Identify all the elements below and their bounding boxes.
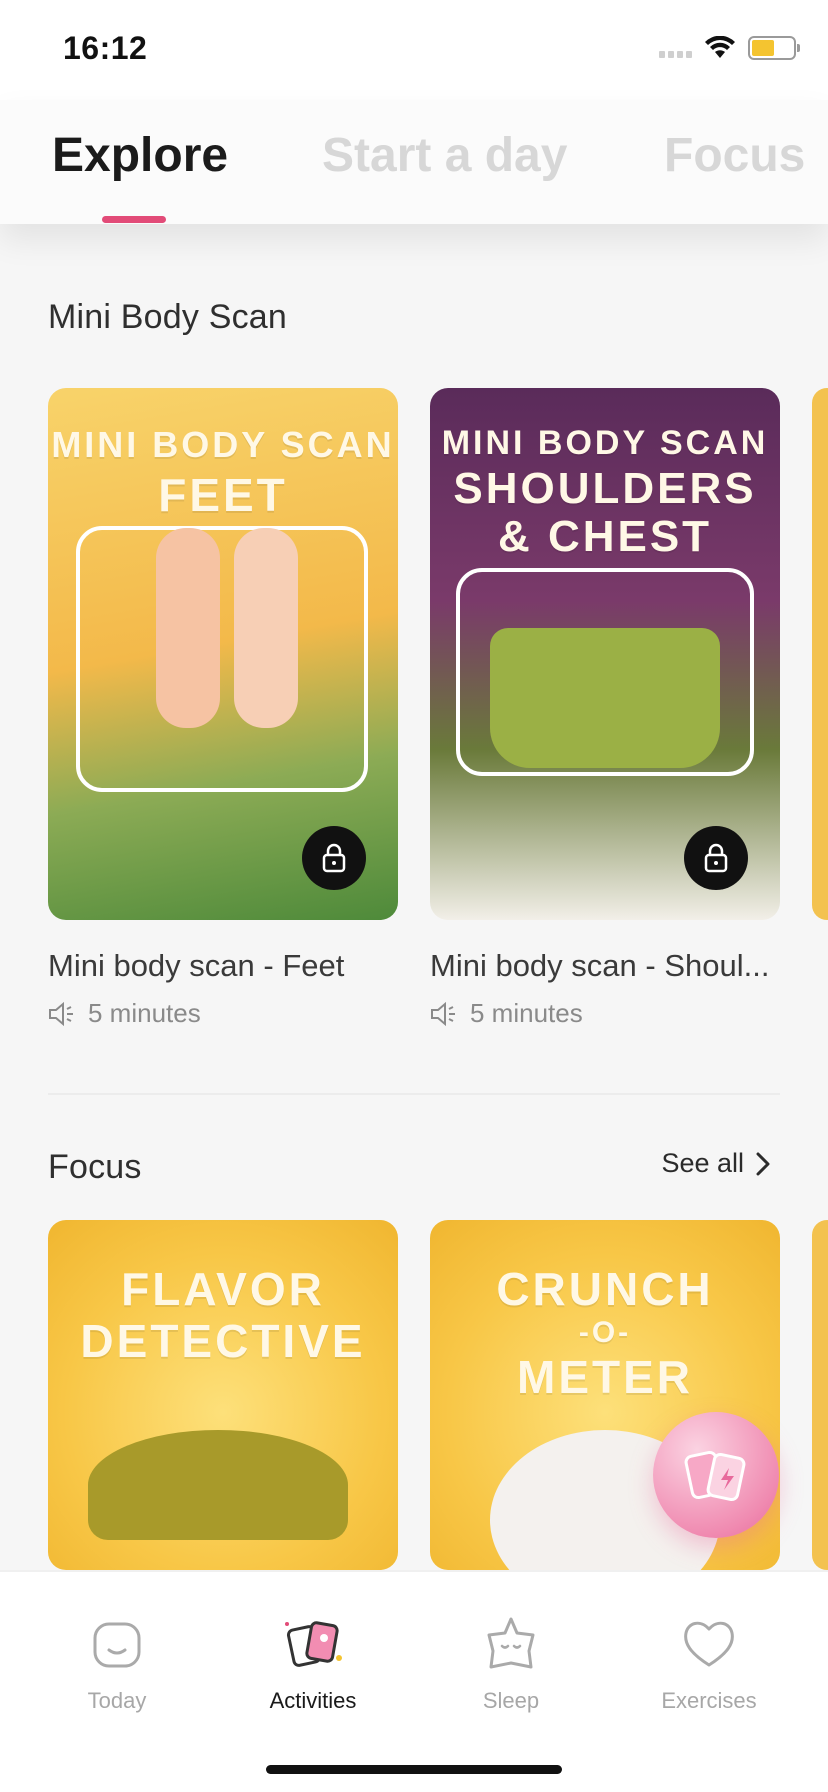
cards-icon (281, 1612, 345, 1676)
star-face-icon (479, 1612, 543, 1676)
card-art-title: CRUNCH (496, 1263, 714, 1315)
lock-button[interactable] (302, 826, 366, 890)
bottom-tab-bar: Today Activities Sleep Exercises (0, 1570, 828, 1792)
card-art-title: FLAVOR (121, 1263, 325, 1315)
active-tab-indicator (102, 216, 166, 223)
nav-item-today[interactable]: Today (37, 1612, 197, 1714)
foot-illustration-right (234, 528, 298, 728)
heart-icon (677, 1612, 741, 1676)
hat-illustration (88, 1430, 348, 1540)
see-all-link[interactable]: See all (661, 1148, 770, 1179)
cellular-signal-icon (659, 38, 692, 58)
nav-label: Exercises (661, 1688, 757, 1713)
battery-icon (748, 36, 800, 60)
face-icon (85, 1612, 149, 1676)
card-title: Mini body scan - Feet (48, 948, 345, 983)
nav-label: Today (87, 1688, 147, 1713)
chevron-right-icon (756, 1152, 770, 1175)
card-mini-body-scan-feet[interactable]: MINI BODY SCAN FEET (48, 388, 398, 920)
audio-icon (49, 1001, 73, 1026)
floating-action-button[interactable] (653, 1412, 779, 1538)
card-art-subtitle-2: METER (517, 1351, 693, 1403)
duration-label: 5 minutes (470, 998, 583, 1028)
tab-start-a-day[interactable]: Start a day (322, 128, 567, 183)
status-icons (659, 36, 800, 60)
card-art-subtitle: SHOULDERS (453, 464, 757, 513)
card-duration: 5 minutes (430, 998, 583, 1029)
tab-explore[interactable]: Explore (52, 128, 228, 183)
cards-icon (684, 1450, 746, 1502)
status-bar: 16:12 (0, 0, 828, 100)
card-next-peek[interactable] (812, 1220, 828, 1570)
foot-illustration-left (156, 528, 220, 728)
card-flavor-detective[interactable]: FLAVOR DETECTIVE (48, 1220, 398, 1570)
status-time: 16:12 (63, 30, 148, 66)
card-title: Mini body scan - Shoul... (430, 948, 770, 983)
lock-button[interactable] (684, 826, 748, 890)
section-title-mini-body-scan: Mini Body Scan (48, 298, 288, 336)
duration-label: 5 minutes (88, 998, 201, 1028)
tab-focus[interactable]: Focus (664, 128, 805, 183)
wifi-icon (704, 36, 736, 60)
home-indicator[interactable] (266, 1765, 562, 1774)
scan-frame (76, 526, 368, 792)
card-art-subtitle-2: & CHEST (497, 512, 713, 561)
lock-icon (704, 843, 728, 873)
card-mini-body-scan-shoulders[interactable]: MINI BODY SCAN SHOULDERS & CHEST (430, 388, 780, 920)
card-duration: 5 minutes (48, 998, 201, 1029)
nav-item-exercises[interactable]: Exercises (629, 1612, 789, 1714)
audio-icon (431, 1001, 455, 1026)
nav-item-activities[interactable]: Activities (233, 1612, 393, 1714)
nav-label: Sleep (482, 1688, 540, 1713)
nav-label: Activities (269, 1688, 357, 1713)
nav-item-sleep[interactable]: Sleep (431, 1612, 591, 1714)
section-divider (48, 1093, 780, 1095)
card-art-subtitle: -O- (578, 1316, 632, 1349)
lock-icon (322, 843, 346, 873)
card-art-title: MINI BODY SCAN (441, 424, 769, 462)
card-art-title: MINI BODY SCAN (51, 424, 395, 465)
section-title-focus: Focus (48, 1148, 142, 1186)
top-tab-bar: Explore Start a day Focus (0, 100, 828, 224)
card-art-subtitle: DETECTIVE (80, 1315, 366, 1367)
card-next-peek[interactable] (812, 388, 828, 920)
see-all-label: See all (661, 1148, 744, 1178)
card-art-subtitle: FEET (158, 469, 288, 521)
shirt-illustration (490, 628, 720, 768)
